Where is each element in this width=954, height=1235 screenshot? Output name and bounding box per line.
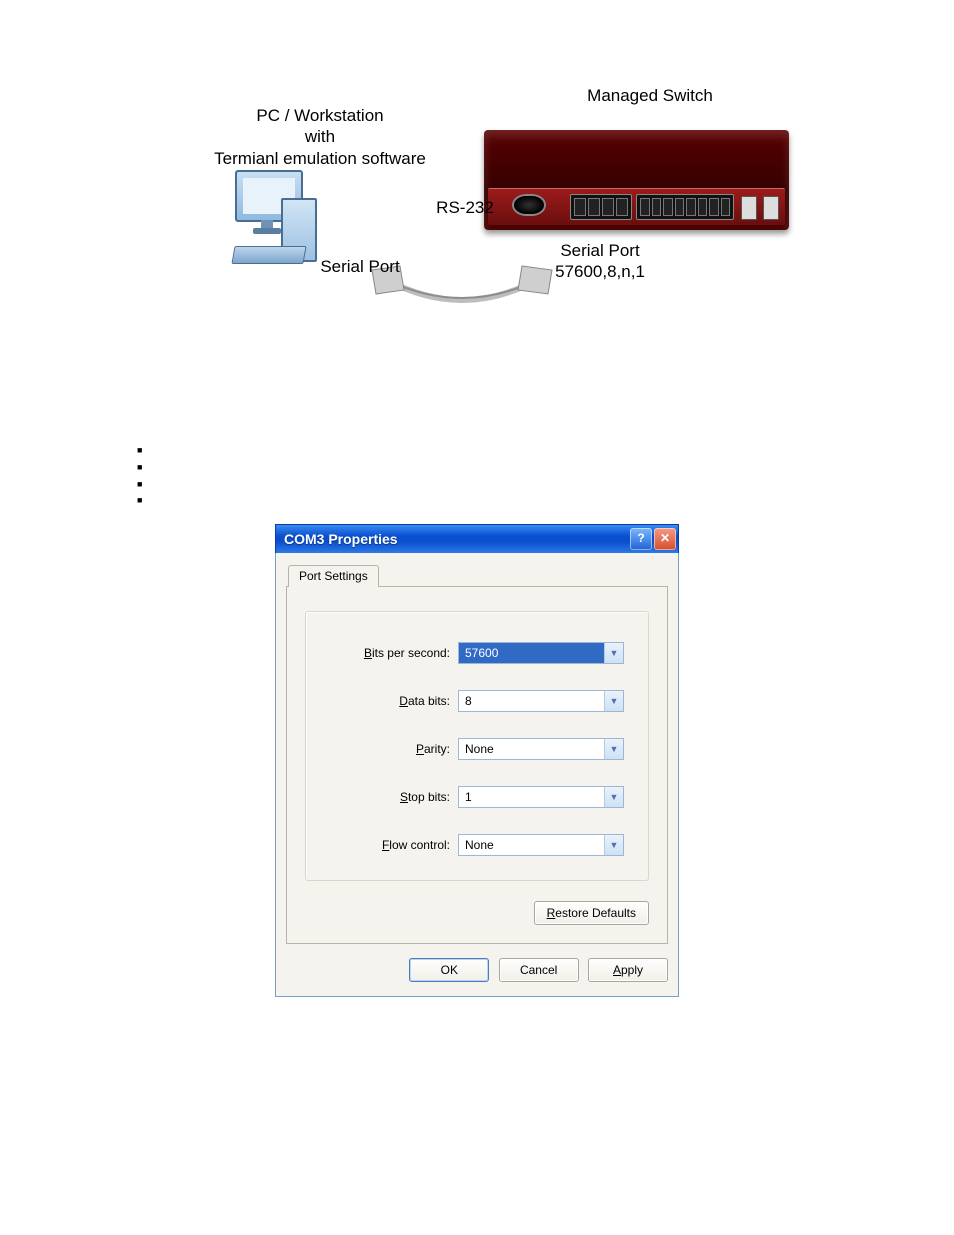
tab-page: Bits per second: ▼ Data bits: ▼ Parity: [286,586,668,944]
com-properties-dialog: COM3 Properties ? ✕ Port Settings Bits p… [275,524,679,997]
help-icon: ? [637,531,644,545]
stop-bits-input[interactable] [458,786,624,808]
chevron-down-icon[interactable]: ▼ [604,835,623,855]
row-parity: Parity: ▼ [330,738,624,760]
cable-label: RS-232 [425,198,505,218]
apply-button[interactable]: Apply [588,958,668,982]
bullet-list [137,442,142,509]
chevron-down-icon[interactable]: ▼ [604,739,623,759]
combo-parity[interactable]: ▼ [458,738,624,760]
chevron-down-icon[interactable]: ▼ [604,691,623,711]
combo-baud[interactable]: ▼ [458,642,624,664]
combo-data-bits[interactable]: ▼ [458,690,624,712]
dialog-title: COM3 Properties [284,531,628,547]
row-baud: Bits per second: ▼ [330,642,624,664]
label-parity: Parity: [330,742,458,756]
pc-label: PC / Workstation with Termianl emulation… [180,105,460,169]
label-data-bits: Data bits: [330,694,458,708]
data-bits-input[interactable] [458,690,624,712]
label-stop-bits: Stop bits: [330,790,458,804]
baud-input[interactable] [458,642,624,664]
dialog-buttons: OK Cancel Apply [286,958,668,982]
pc-label-line2: with [305,127,335,146]
pc-label-line1: PC / Workstation [256,106,383,125]
close-button[interactable]: ✕ [654,528,676,550]
tab-port-settings[interactable]: Port Settings [288,565,379,587]
row-flow-control: Flow control: ▼ [330,834,624,856]
pc-label-line3: Termianl emulation software [214,149,426,168]
ok-button[interactable]: OK [409,958,489,982]
combo-stop-bits[interactable]: ▼ [458,786,624,808]
connection-diagram: PC / Workstation with Termianl emulation… [0,70,954,330]
switch-port-label: Serial Port 57600,8,n,1 [520,240,680,283]
managed-switch-illustration [484,130,789,230]
tab-strip: Port Settings [286,563,668,587]
titlebar[interactable]: COM3 Properties ? ✕ [275,524,679,553]
row-data-bits: Data bits: ▼ [330,690,624,712]
restore-defaults-button[interactable]: Restore Defaults [534,901,649,925]
flow-control-input[interactable] [458,834,624,856]
chevron-down-icon[interactable]: ▼ [604,643,623,663]
row-stop-bits: Stop bits: ▼ [330,786,624,808]
switch-label: Managed Switch [540,85,760,106]
help-button[interactable]: ? [630,528,652,550]
chevron-down-icon[interactable]: ▼ [604,787,623,807]
cancel-button[interactable]: Cancel [499,958,579,982]
close-icon: ✕ [660,531,670,545]
label-baud: Bits per second: [330,646,458,660]
pc-port-label: Serial Port [295,256,425,277]
combo-flow-control[interactable]: ▼ [458,834,624,856]
switch-port-params: 57600,8,n,1 [555,262,645,281]
settings-group: Bits per second: ▼ Data bits: ▼ Parity: [305,611,649,881]
parity-input[interactable] [458,738,624,760]
label-flow-control: Flow control: [330,838,458,852]
